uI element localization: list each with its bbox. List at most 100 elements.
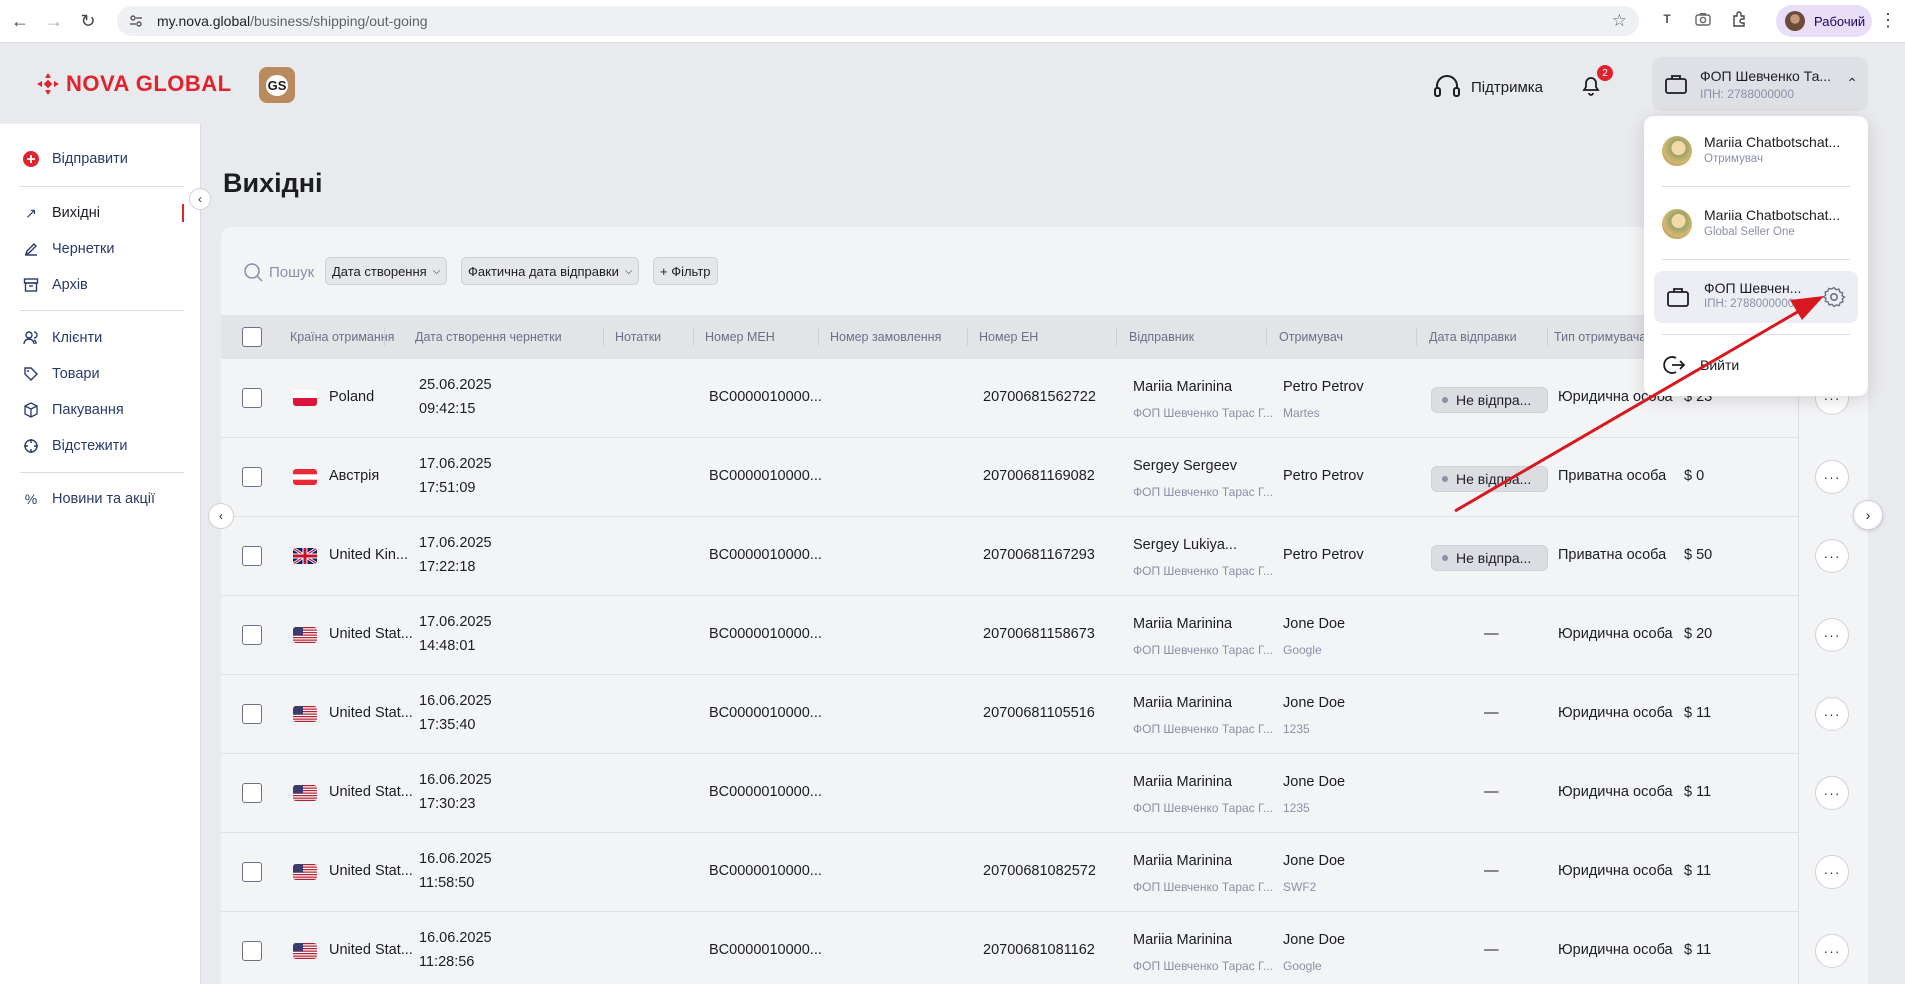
browser-profile-button[interactable]: Рабочий <box>1776 5 1872 37</box>
table-row[interactable]: United Stat... 17.06.2025 14:48:01 BC000001… <box>221 596 1798 675</box>
status-label: Не відпра... <box>1456 550 1532 566</box>
created-date: 16.06.2025 <box>419 851 492 867</box>
sender-name: Mariia Marinina <box>1133 616 1233 632</box>
percent-icon: % <box>24 491 38 507</box>
more-dots-icon: ··· <box>1823 627 1841 643</box>
archive-icon <box>22 276 40 294</box>
browser-menu-icon[interactable]: ⋮ <box>1879 10 1897 31</box>
sidebar-item-outgoing[interactable]: ↗ Вихідні <box>22 204 100 222</box>
camera-icon[interactable] <box>1692 8 1714 30</box>
add-filter-button[interactable]: + Фільтр <box>653 257 718 285</box>
column-header[interactable]: Дата створення чернетки <box>415 330 562 344</box>
sidebar-item-label: Новини та акції <box>52 491 156 507</box>
sidebar-item-goods[interactable]: Товари <box>22 365 100 383</box>
men-number: BC0000010000... <box>709 863 822 879</box>
account-option-selected[interactable]: ФОП Шевчен... ІПН: 2788000000 <box>1654 271 1858 323</box>
row-checkbox[interactable] <box>242 467 262 487</box>
table-row[interactable]: United Stat... 16.06.2025 11:28:56 BC000001… <box>221 912 1798 984</box>
column-header[interactable]: Номер МЕН <box>705 330 775 344</box>
column-header[interactable]: Отримувач <box>1279 330 1343 344</box>
site-settings-icon[interactable] <box>127 12 145 30</box>
country-cell: United Kin... <box>329 547 408 563</box>
row-more-button[interactable]: ··· <box>1815 618 1849 652</box>
en-number: 20700681158673 <box>983 626 1095 642</box>
row-checkbox[interactable] <box>242 625 262 645</box>
bookmark-star-icon[interactable]: ☆ <box>1612 11 1627 31</box>
column-header[interactable]: Нотатки <box>615 330 661 344</box>
column-header[interactable]: Тип отримувача <box>1554 330 1646 344</box>
reload-icon[interactable]: ↻ <box>74 7 102 35</box>
men-number: BC0000010000... <box>709 547 822 563</box>
row-checkbox[interactable] <box>242 704 262 724</box>
row-checkbox[interactable] <box>242 783 262 803</box>
select-all-checkbox[interactable] <box>242 327 262 347</box>
row-checkbox[interactable] <box>242 388 262 408</box>
logout-button[interactable]: Вийти <box>1662 354 1739 376</box>
recipient-name: Jone Doe <box>1283 774 1346 790</box>
account-option[interactable]: Mariia Chatbotschat... Global Seller One <box>1644 189 1868 261</box>
table-row[interactable]: United Kin... 17.06.2025 17:22:18 BC0000010… <box>221 517 1798 596</box>
scroll-table-right-button[interactable]: › <box>1853 500 1883 530</box>
table-row[interactable]: United Stat... 16.06.2025 11:58:50 BC000001… <box>221 833 1798 912</box>
sidebar-item-label: Пакування <box>52 402 124 418</box>
created-time: 14:48:01 <box>419 638 476 654</box>
column-header[interactable]: Номер ЕН <box>979 330 1038 344</box>
table-row[interactable]: United Stat... 16.06.2025 17:35:40 BC000001… <box>221 675 1798 754</box>
account-switcher-button[interactable]: ФОП Шевченко Та... ІПН: 2788000000 ⌃ <box>1652 57 1868 111</box>
send-button[interactable]: Відправити <box>22 150 128 168</box>
column-header[interactable]: Країна отримання <box>290 330 394 344</box>
edit-icon <box>22 240 40 258</box>
row-more-button[interactable]: ··· <box>1815 460 1849 494</box>
table-row[interactable]: Poland 25.06.2025 09:42:15 BC0000010000... 2… <box>221 359 1798 438</box>
sidebar-item-clients[interactable]: Клієнти <box>22 329 102 347</box>
row-checkbox[interactable] <box>242 941 262 961</box>
more-dots-icon: ··· <box>1823 785 1841 801</box>
sender-name: Mariia Marinina <box>1133 379 1233 395</box>
sidebar-item-news[interactable]: % Новини та акції <box>22 490 155 508</box>
gear-icon[interactable] <box>1822 285 1846 309</box>
address-bar[interactable]: my.nova.global/business/shipping/out-goi… <box>117 6 1639 36</box>
forward-icon[interactable]: → <box>40 7 68 35</box>
row-more-button[interactable]: ··· <box>1815 776 1849 810</box>
sidebar-item-drafts[interactable]: Чернетки <box>22 240 114 258</box>
account-option-role: Global Seller One <box>1704 226 1795 238</box>
sidebar-item-packaging[interactable]: Пакування <box>22 401 124 419</box>
gs-brand-badge[interactable]: GS <box>259 67 295 103</box>
briefcase-icon <box>1667 288 1689 307</box>
filter-actual-ship-date[interactable]: Фактична дата відправки ⌵ <box>461 257 640 285</box>
row-checkbox[interactable] <box>242 546 262 566</box>
created-time: 17:35:40 <box>419 717 476 733</box>
table-row[interactable]: United Stat... 16.06.2025 17:30:23 BC000001… <box>221 754 1798 833</box>
scroll-table-left-button[interactable]: ‹ <box>208 503 234 529</box>
collapse-sidebar-button[interactable]: ‹ <box>189 188 211 210</box>
account-option[interactable]: Mariia Chatbotschat... Отримувач <box>1644 116 1868 188</box>
search-input[interactable]: Пошук <box>243 262 314 282</box>
recipient-company: Google <box>1283 959 1322 973</box>
translate-extension-icon[interactable]: T <box>1656 8 1678 30</box>
country-flag-icon <box>293 706 317 722</box>
nova-global-logo[interactable]: NOVA GLOBAL <box>36 71 232 97</box>
sidebar-item-label: Відстежити <box>52 438 128 454</box>
extensions-puzzle-icon[interactable] <box>1728 8 1750 30</box>
row-more-button[interactable]: ··· <box>1815 697 1849 731</box>
column-header[interactable]: Відправник <box>1129 330 1194 344</box>
sidebar-item-track[interactable]: Відстежити <box>22 437 128 455</box>
row-checkbox[interactable] <box>242 862 262 882</box>
chevron-down-icon: ⌵ <box>624 265 633 277</box>
column-header[interactable]: Дата відправки <box>1429 330 1517 344</box>
row-more-button[interactable]: ··· <box>1815 934 1849 968</box>
row-more-button[interactable]: ··· <box>1815 855 1849 889</box>
recipient-company: 1235 <box>1283 722 1310 736</box>
recipient-name: Petro Petrov <box>1283 379 1364 395</box>
amount: $ 11 <box>1684 863 1712 879</box>
sidebar-item-archive[interactable]: Архів <box>22 276 88 294</box>
app-header: NOVA GLOBAL GS Підтримка 2 ФОП Шевченко … <box>0 43 1905 124</box>
support-link[interactable]: Підтримка <box>1433 74 1543 100</box>
column-header[interactable]: Номер замовлення <box>830 330 941 344</box>
table-row[interactable]: Австрія 17.06.2025 17:51:09 BC0000010000...… <box>221 438 1798 517</box>
row-more-button[interactable]: ··· <box>1815 539 1849 573</box>
back-icon[interactable]: ← <box>6 7 34 35</box>
filter-created-date[interactable]: Дата створення ⌵ <box>325 257 448 285</box>
country-cell: United Stat... <box>329 863 413 879</box>
account-option-name: ФОП Шевчен... <box>1704 280 1802 296</box>
